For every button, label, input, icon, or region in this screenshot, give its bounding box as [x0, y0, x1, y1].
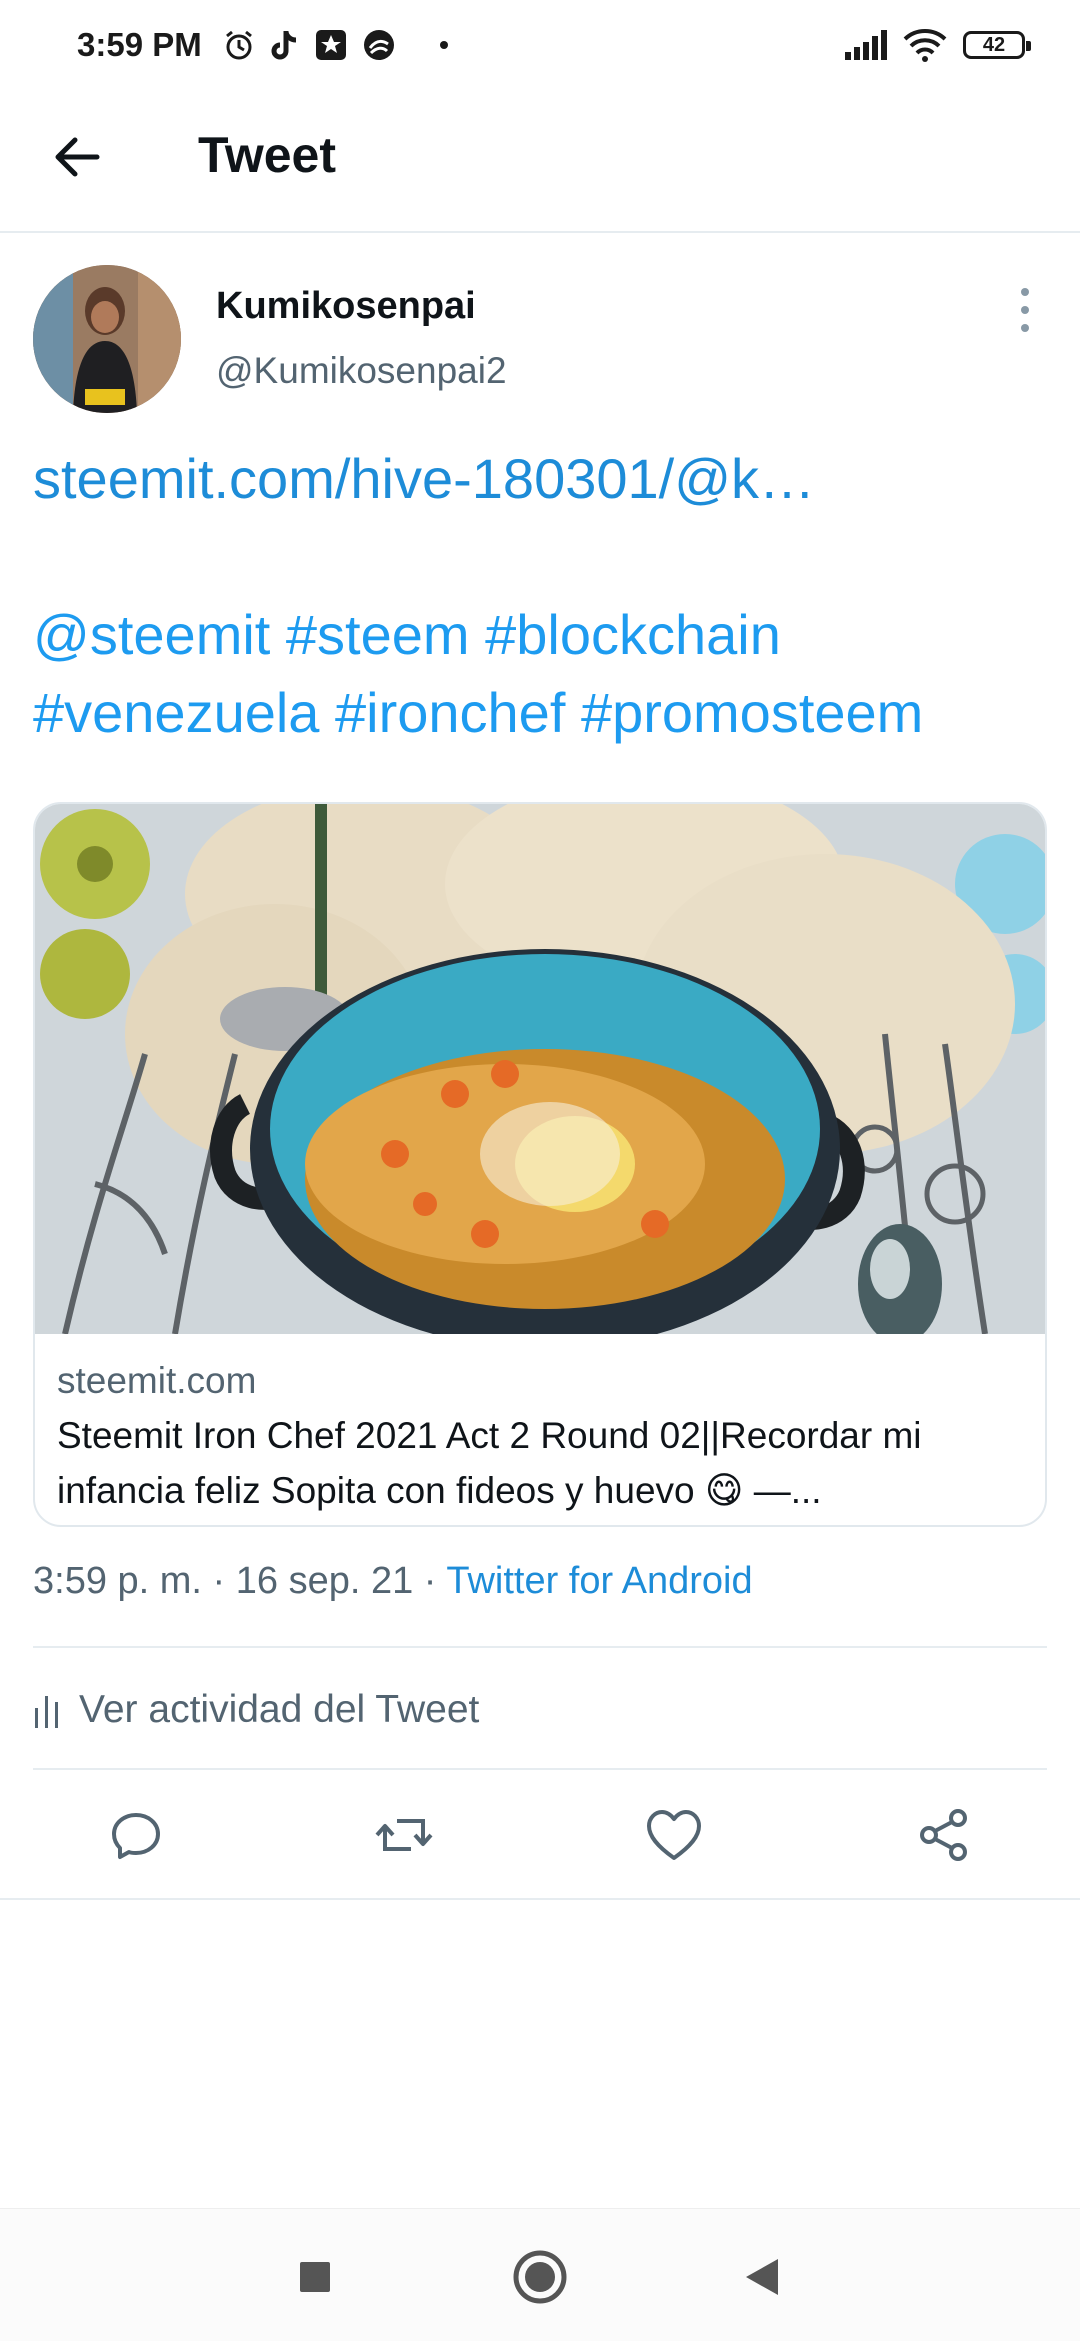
avatar[interactable]: [33, 265, 181, 413]
battery-icon: 42: [963, 31, 1031, 59]
share-button[interactable]: [904, 1795, 984, 1875]
status-time: 3:59 PM: [77, 26, 202, 63]
tweet-text: steemit.com/hive-180301/@k… @steemit #st…: [33, 440, 1048, 752]
dot-icon: [440, 41, 448, 49]
more-options-button[interactable]: [1010, 288, 1040, 332]
share-icon: [920, 1809, 967, 1861]
back-button[interactable]: [44, 124, 110, 190]
card-title-line: Steemit Iron Chef 2021 Act 2 Round 02||R…: [57, 1415, 922, 1456]
tweet-time: 3:59 p. m.: [33, 1560, 202, 1602]
recents-button[interactable]: [283, 2245, 347, 2309]
wifi-icon: [903, 29, 947, 62]
more-dot: [1021, 288, 1029, 296]
activity-label: Ver actividad del Tweet: [79, 1688, 480, 1731]
card-image: [35, 804, 1045, 1334]
view-tweet-activity-button[interactable]: Ver actividad del Tweet: [33, 1680, 479, 1740]
like-icon: [647, 1810, 701, 1860]
divider: [33, 1768, 1047, 1770]
battery-level: 42: [982, 33, 1006, 56]
like-button[interactable]: [634, 1795, 714, 1875]
reply-button[interactable]: [96, 1795, 176, 1875]
retweet-button[interactable]: [364, 1795, 444, 1875]
card-title: Steemit Iron Chef 2021 Act 2 Round 02||R…: [57, 1408, 1027, 1518]
card-title-line: infancia feliz Sopita con fideos y huevo…: [57, 1470, 822, 1511]
author-name[interactable]: Kumikosenpai: [216, 285, 476, 328]
back-triangle-icon: [746, 2259, 778, 2295]
alarm-icon: [226, 30, 252, 60]
avatar-image: [33, 265, 181, 413]
divider: [0, 1898, 1080, 1900]
status-bar: 3:59 PM 42: [0, 0, 1080, 96]
home-button[interactable]: [508, 2245, 572, 2309]
app-circle-icon: [364, 30, 394, 60]
status-system-icons: 42: [843, 28, 1031, 62]
reply-icon: [112, 1813, 160, 1859]
app-star-icon: [316, 30, 346, 60]
more-dot: [1021, 324, 1029, 332]
card-domain: steemit.com: [57, 1360, 257, 1401]
tweet-link[interactable]: steemit.com/hive-180301/@k…: [33, 440, 1048, 518]
meta-separator: ·: [413, 1560, 447, 1602]
recents-square-icon: [300, 2262, 330, 2292]
more-dot: [1021, 306, 1029, 314]
arrow-left-icon: [55, 137, 100, 177]
page-title: Tweet: [198, 127, 336, 183]
home-circle-icon: [513, 2250, 567, 2304]
author-handle[interactable]: @Kumikosenpai2: [216, 350, 507, 392]
tweet-date: 16 sep. 21: [235, 1560, 414, 1602]
tweet-meta: 3:59 p. m. · 16 sep. 21 · Twitter for An…: [33, 1560, 753, 1603]
tweet-source-link[interactable]: Twitter for Android: [446, 1560, 752, 1602]
retweet-icon: [375, 1819, 433, 1851]
system-navigation-bar: [0, 2208, 1080, 2341]
status-notification-icons: [222, 28, 448, 62]
meta-separator: ·: [201, 1560, 236, 1602]
tweet-hashtags-line[interactable]: #venezuela #ironchef #promosteem: [33, 674, 1048, 752]
tiktok-icon: [271, 31, 297, 60]
tweet-hashtags-line[interactable]: @steemit #steem #blockchain: [33, 596, 1048, 674]
signal-icon: [845, 30, 887, 60]
divider: [33, 1646, 1047, 1648]
tweet-actions: [0, 1790, 1080, 1880]
back-nav-button[interactable]: [730, 2245, 794, 2309]
bar-chart-icon: [35, 1696, 58, 1728]
top-app-bar: Tweet: [0, 96, 1080, 233]
link-preview-card[interactable]: steemit.com Steemit Iron Chef 2021 Act 2…: [33, 802, 1047, 1527]
